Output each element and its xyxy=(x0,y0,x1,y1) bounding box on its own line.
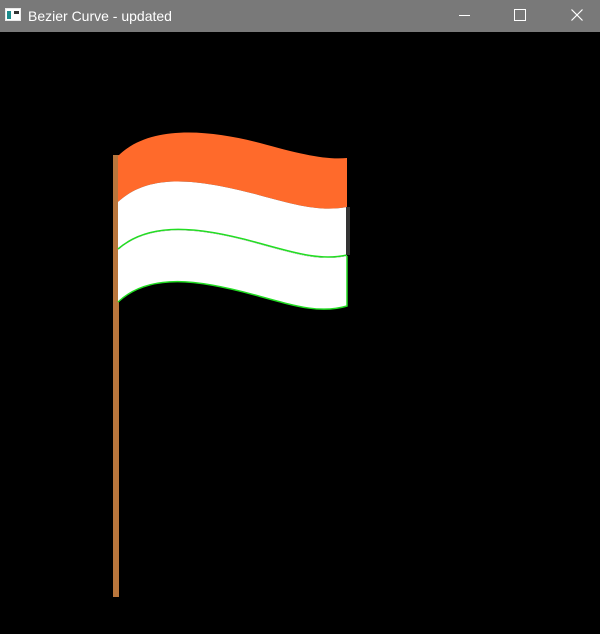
minimize-icon xyxy=(459,15,470,16)
app-window-icon xyxy=(5,8,21,21)
flag-edge-mark xyxy=(346,207,350,255)
flag-drawing xyxy=(113,132,350,597)
window-title: Bezier Curve - updated xyxy=(28,8,172,24)
minimize-button[interactable] xyxy=(442,0,488,32)
title-bar[interactable]: Bezier Curve - updated xyxy=(0,0,600,32)
maximize-icon xyxy=(514,9,526,21)
application-window: Bezier Curve - updated xyxy=(0,0,600,634)
close-icon xyxy=(571,9,583,21)
close-button[interactable] xyxy=(554,0,600,32)
drawing-canvas[interactable] xyxy=(0,32,600,634)
maximize-button[interactable] xyxy=(497,0,543,32)
